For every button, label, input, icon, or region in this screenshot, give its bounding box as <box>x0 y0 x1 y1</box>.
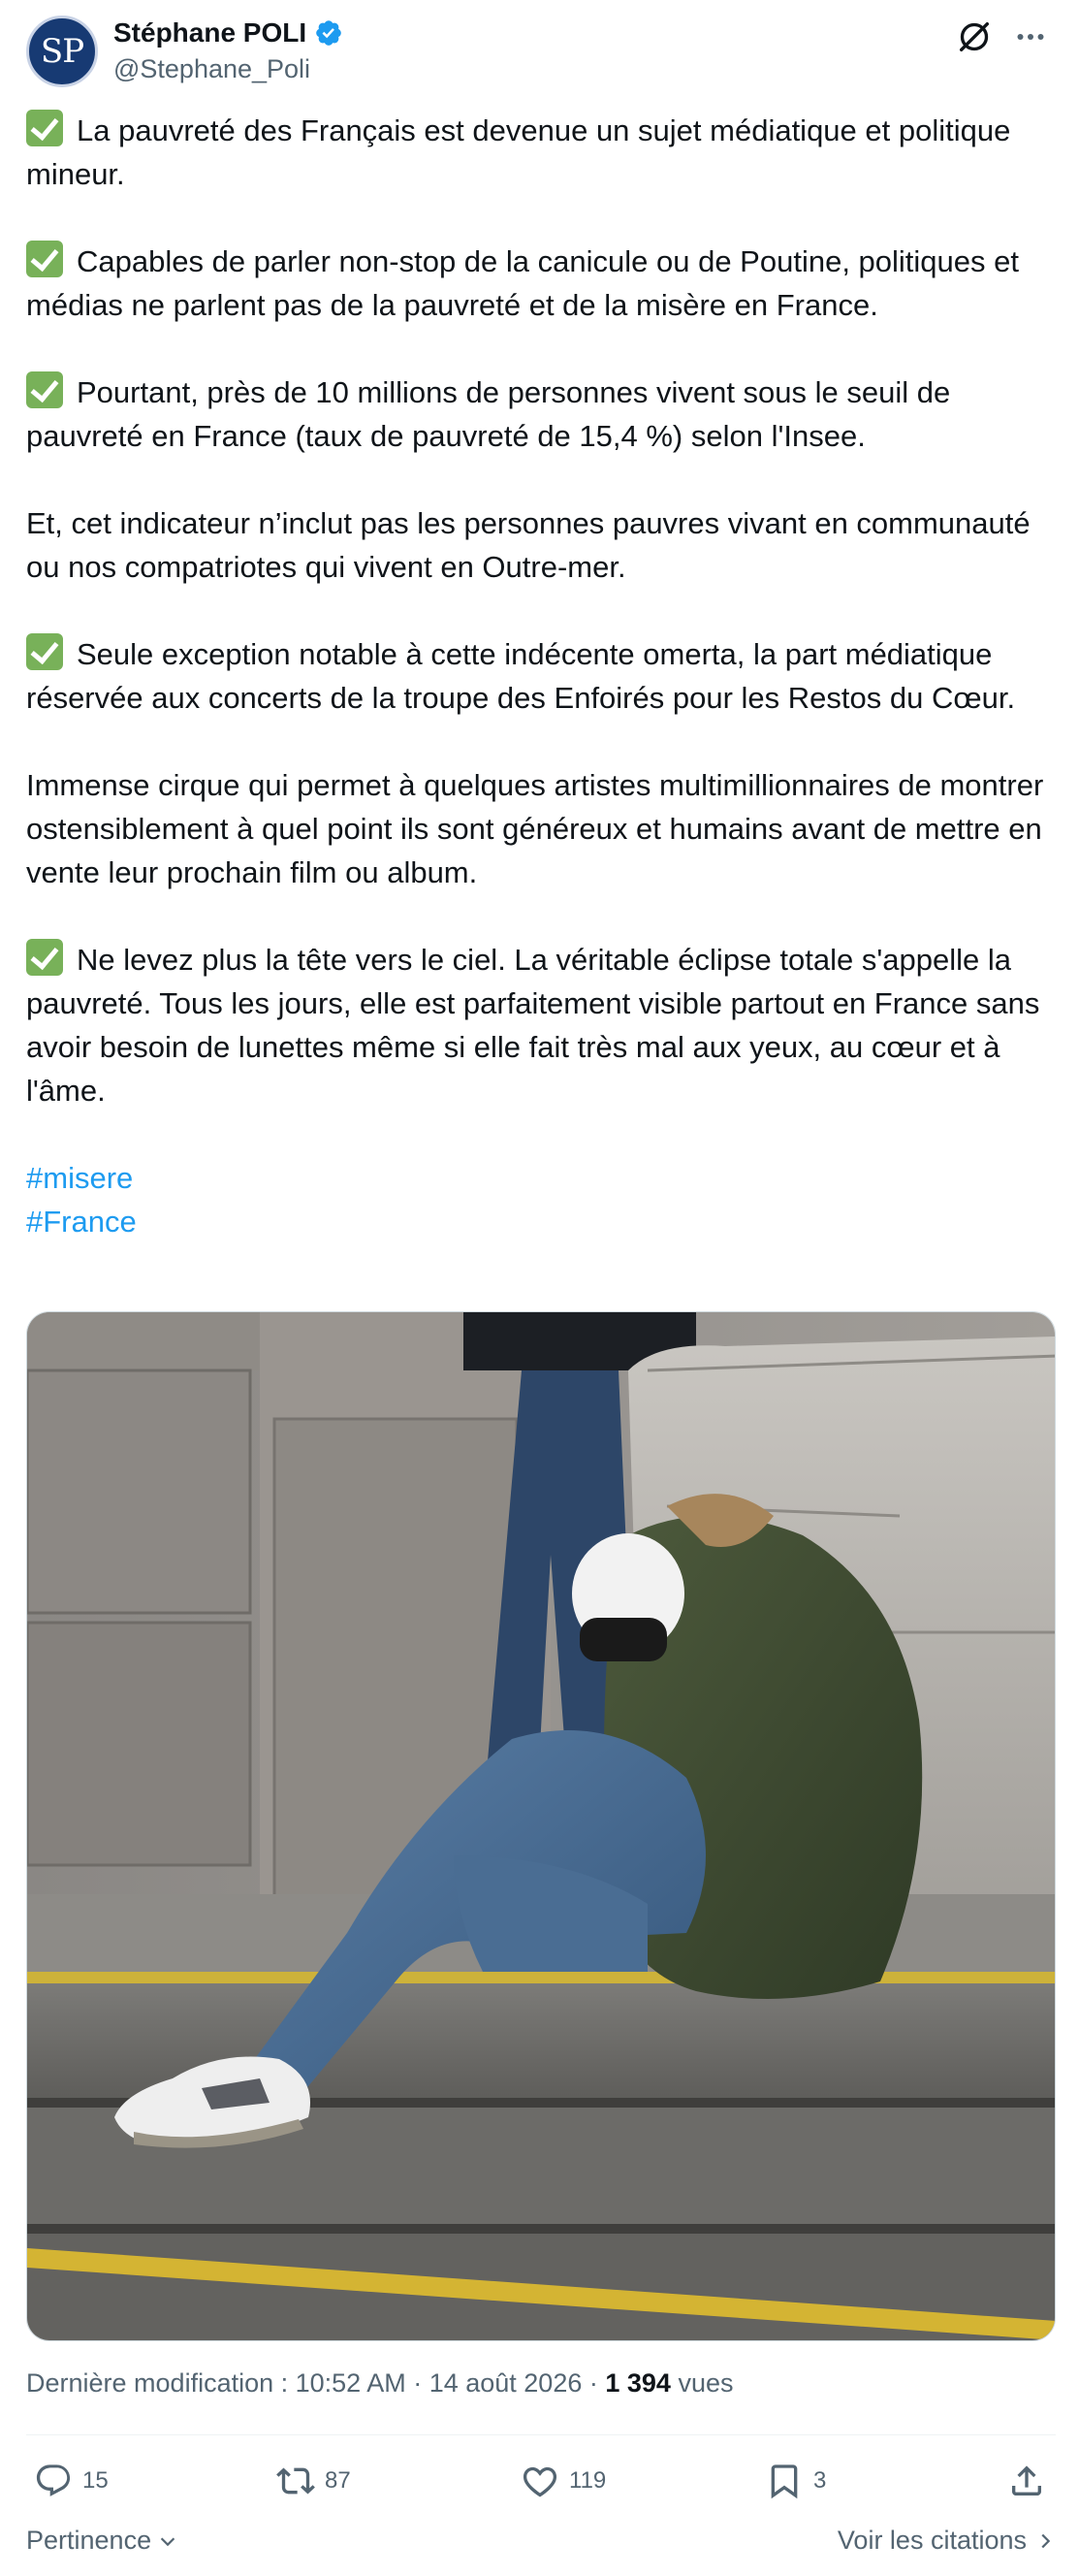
check-mark-icon <box>26 241 63 277</box>
share-icon <box>1012 2465 1041 2496</box>
view-quotes-label: Voir les citations <box>837 2526 1027 2555</box>
tweet-paragraph: Pourtant, près de 10 millions de personn… <box>26 370 1059 458</box>
tweet-paragraph: Immense cirque qui permet à quelques art… <box>26 768 1044 889</box>
check-mark-icon <box>26 633 63 670</box>
hashtags: #misere #France <box>26 1156 1059 1243</box>
tweet-paragraph: Capables de parler non-stop de la canicu… <box>26 240 1059 327</box>
photo-scene <box>27 1312 1055 2340</box>
check-mark-icon <box>26 939 63 976</box>
avatar-initials: SP <box>40 32 84 71</box>
like-button[interactable]: 119 <box>521 2452 606 2510</box>
grok-icon[interactable] <box>955 17 994 56</box>
bookmark-button[interactable]: 3 <box>765 2452 826 2510</box>
verified-badge-icon <box>316 20 341 46</box>
repost-count: 87 <box>325 2467 351 2494</box>
check-mark-icon <box>26 371 63 408</box>
meta-prefix: Dernière modification : <box>26 2368 296 2398</box>
author-display-name[interactable]: Stéphane POLI <box>113 17 306 48</box>
views-count: 1 394 <box>605 2368 671 2398</box>
tweet-paragraph: Ne levez plus la tête vers le ciel. La v… <box>26 938 1059 1112</box>
tweet-text: La pauvreté des Français est devenue un … <box>26 109 1059 1243</box>
tweet-paragraph: Seule exception notable à cette indécent… <box>26 632 1059 720</box>
heart-icon <box>523 2466 557 2497</box>
hashtag-misere[interactable]: #misere <box>26 1156 1059 1200</box>
action-bar: 15 87 119 3 <box>26 2452 1056 2510</box>
author-handle[interactable]: @Stephane_Poli <box>113 54 310 84</box>
hashtag-france[interactable]: #France <box>26 1200 1059 1243</box>
reply-icon <box>36 2464 71 2496</box>
views-label: vues <box>678 2368 734 2398</box>
check-mark-icon <box>26 110 63 146</box>
like-count: 119 <box>569 2467 607 2494</box>
repost-icon <box>276 2467 315 2495</box>
tweet-photo[interactable] <box>26 1311 1056 2341</box>
share-button[interactable] <box>1007 2452 1046 2510</box>
divider <box>26 2434 1056 2435</box>
bookmark-icon <box>771 2464 798 2499</box>
tweet-paragraph: La pauvreté des Français est devenue un … <box>26 109 1059 196</box>
bookmark-count: 3 <box>813 2467 827 2494</box>
reply-count: 15 <box>82 2467 109 2494</box>
sort-label: Pertinence <box>26 2526 152 2555</box>
author-name-row: Stéphane POLI <box>113 17 343 48</box>
tweet-header: SP Stéphane POLI @Stephane_Poli <box>26 12 1054 89</box>
reply-button[interactable]: 15 <box>34 2452 109 2510</box>
chevron-right-icon <box>1041 2533 1051 2548</box>
chevron-down-icon <box>160 2536 175 2546</box>
sort-dropdown[interactable]: Pertinence <box>26 2526 178 2556</box>
replies-footer: Pertinence Voir les citations <box>26 2518 1056 2566</box>
tweet-time[interactable]: 10:52 AM <box>296 2368 406 2398</box>
tweet-meta: Dernière modification : 10:52 AM · 14 ao… <box>26 2368 734 2398</box>
tweet-paragraph: Et, cet indicateur n’inclut pas les pers… <box>26 506 1031 584</box>
tweet-date[interactable]: 14 août 2026 <box>429 2368 583 2398</box>
view-quotes-link[interactable]: Voir les citations <box>838 2526 1056 2556</box>
avatar[interactable]: SP <box>26 16 98 87</box>
repost-button[interactable]: 87 <box>276 2452 351 2510</box>
more-options-icon[interactable] <box>1011 19 1050 54</box>
